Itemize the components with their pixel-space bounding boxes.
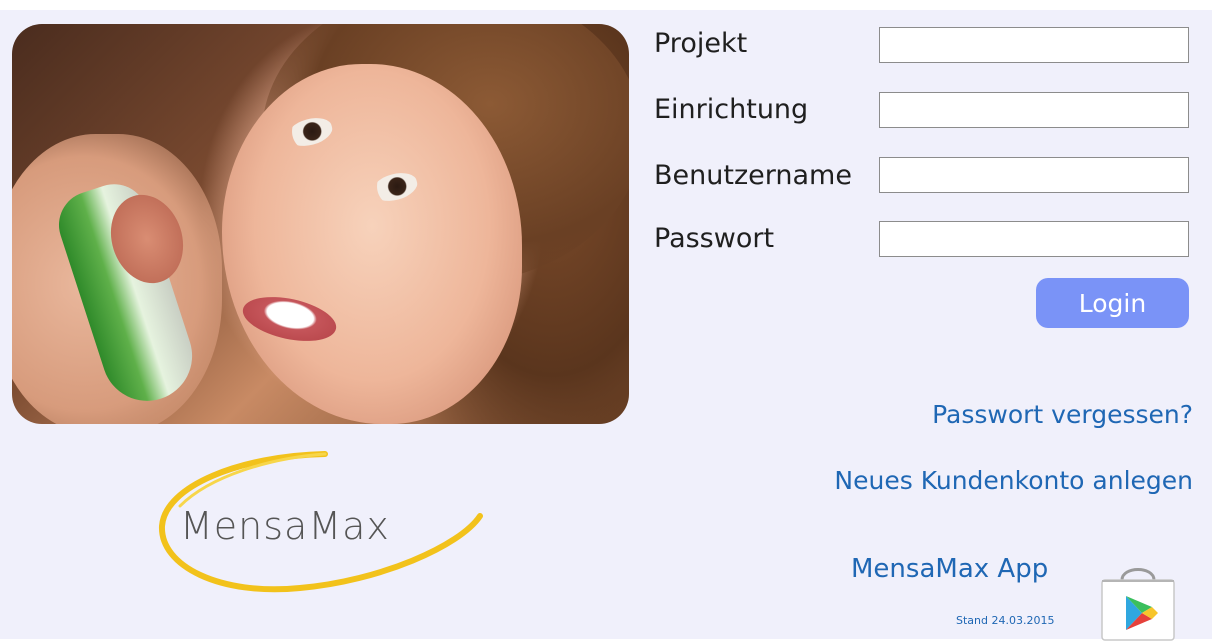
hero-photo [12,24,629,424]
login-button[interactable]: Login [1036,278,1189,328]
login-page: MensaMax Projekt Einrichtung Benutzernam… [0,10,1212,642]
passwort-label: Passwort [654,223,775,254]
forgot-password-link[interactable]: Passwort vergessen? [932,400,1193,429]
einrichtung-label: Einrichtung [654,94,809,125]
passwort-input[interactable] [879,221,1189,257]
projekt-label: Projekt [654,28,748,59]
google-play-store-icon[interactable] [1098,562,1178,642]
new-account-link[interactable]: Neues Kundenkonto anlegen [834,466,1193,495]
benutzername-input[interactable] [879,157,1189,193]
logo-text: MensaMax [180,504,390,548]
mensamax-logo: MensaMax [150,446,490,606]
mensamax-app-link[interactable]: MensaMax App [851,554,1048,584]
version-date: Stand 24.03.2015 [956,614,1055,627]
benutzername-label: Benutzername [654,160,852,191]
einrichtung-input[interactable] [879,92,1189,128]
projekt-input[interactable] [879,27,1189,63]
